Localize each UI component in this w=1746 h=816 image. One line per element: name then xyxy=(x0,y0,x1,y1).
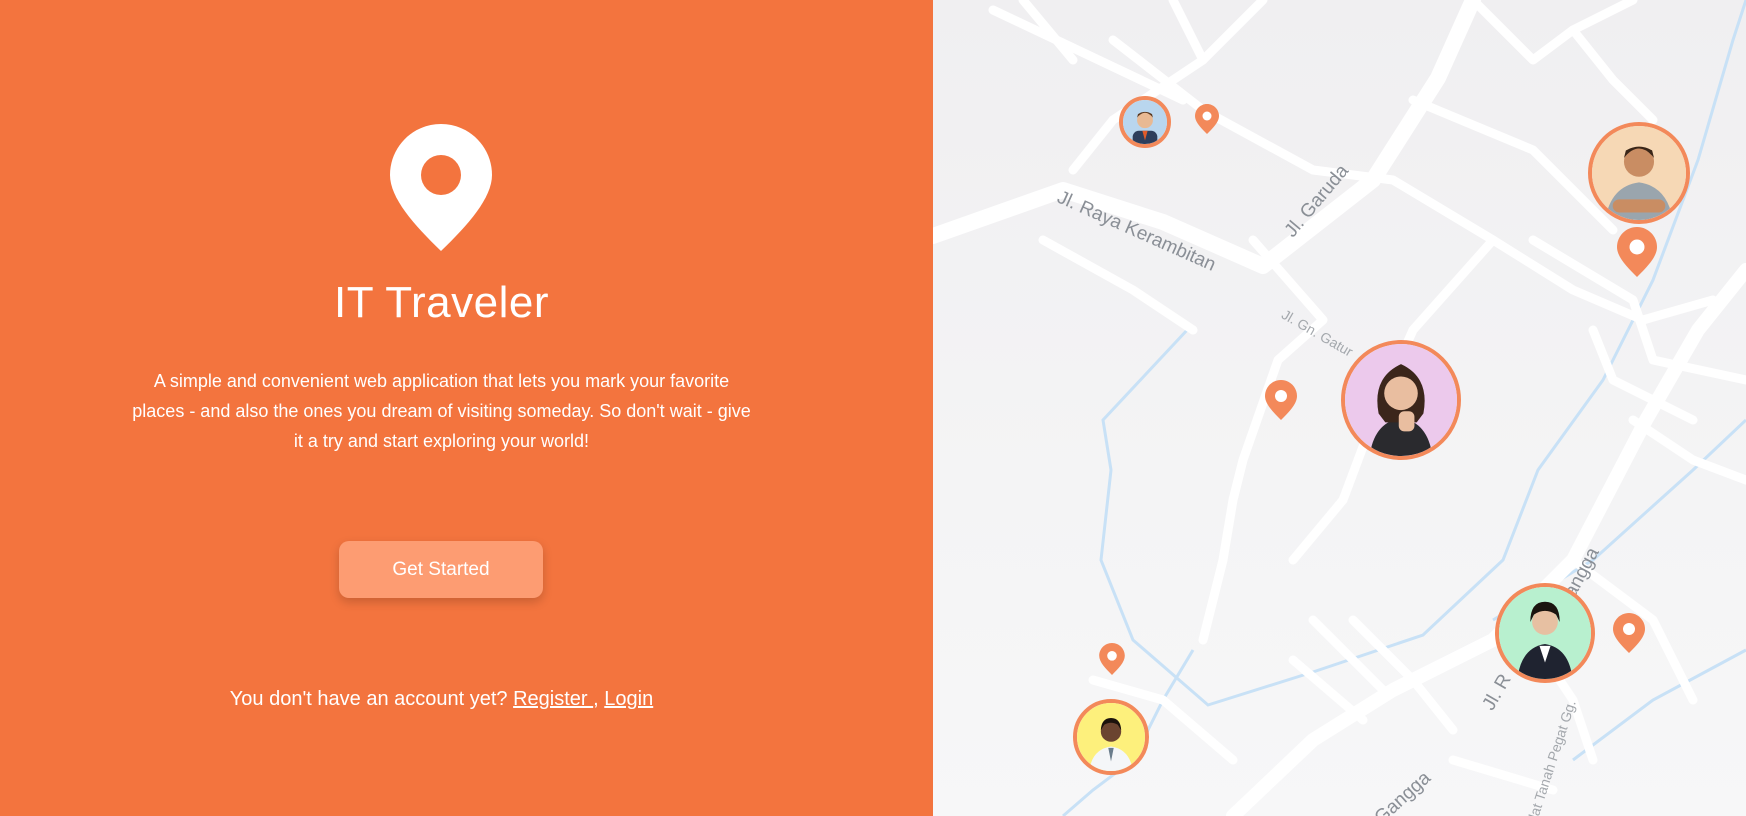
map-pin-icon[interactable] xyxy=(1613,613,1645,653)
register-link[interactable]: Register xyxy=(513,688,593,710)
hero-panel: IT Traveler A simple and convenient web … xyxy=(0,0,933,816)
get-started-button[interactable]: Get Started xyxy=(339,541,543,598)
map-pin-icon[interactable] xyxy=(1195,104,1219,134)
map-pin-icon[interactable] xyxy=(1617,227,1657,277)
avatar[interactable] xyxy=(1495,583,1595,683)
login-link[interactable]: Login xyxy=(604,688,653,710)
avatar[interactable] xyxy=(1341,340,1461,460)
account-prompt: You don't have an account yet? xyxy=(229,688,508,710)
app-description: A simple and convenient web application … xyxy=(132,371,751,451)
avatar[interactable] xyxy=(1119,96,1171,148)
map-pin-icon[interactable] xyxy=(1265,380,1297,420)
map-illustration: Jl. Raya Kerambitan Jl. Garuda Jl. Gn. G… xyxy=(933,0,1746,816)
avatar[interactable] xyxy=(1073,699,1149,775)
account-links: You don't have an account yet? Register … xyxy=(0,688,883,711)
app-title: IT Traveler xyxy=(334,278,549,327)
avatar[interactable] xyxy=(1588,122,1690,224)
map-roads xyxy=(933,0,1746,816)
map-pin-icon[interactable] xyxy=(1099,643,1125,675)
location-pin-icon xyxy=(390,124,492,251)
link-separator: , xyxy=(593,688,599,710)
